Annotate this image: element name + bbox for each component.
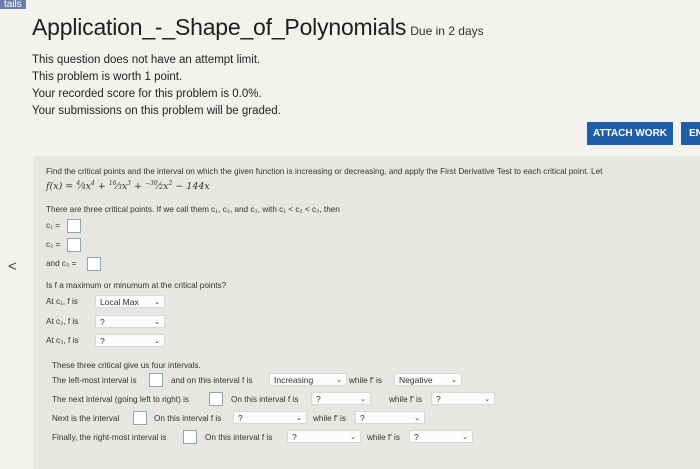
equation-lhs: f(x) = <box>46 181 74 193</box>
c1-input[interactable] <box>67 219 81 233</box>
chevron-down-icon: ⌄ <box>154 319 160 326</box>
c2-label: c₂ = <box>46 240 61 249</box>
page-title: Application_-_Shape_of_Polynomials Due in… <box>32 14 484 41</box>
row2-fp-label: while f′ is <box>389 395 422 404</box>
interval2-input[interactable] <box>209 392 223 406</box>
interval4-fprime-select[interactable]: ? ⌄ <box>409 430 473 443</box>
chevron-down-icon: ⌄ <box>360 396 366 403</box>
problem-info: This question does not have an attempt l… <box>32 52 281 120</box>
interval4-input[interactable] <box>183 430 197 444</box>
interval1-f-select[interactable]: Increasing ⌄ <box>269 373 347 386</box>
attach-work-button[interactable]: ATTACH WORK <box>587 122 673 145</box>
c2-input[interactable] <box>67 238 81 252</box>
problem-panel: Find the critical points and the interva… <box>33 156 700 469</box>
max-min-question: Is f a maximum or minumum at the critica… <box>46 281 227 290</box>
title-text: Application_-_Shape_of_Polynomials <box>32 14 407 40</box>
due-badge: Due in 2 days <box>410 24 484 38</box>
leftmost-interval-label: The left-most interval is <box>52 376 137 385</box>
at-c1-label: At c₁, f is <box>46 297 78 306</box>
rightmost-interval-label: Finally, the right-most interval is <box>52 433 167 442</box>
chevron-down-icon: ⌄ <box>154 299 160 306</box>
c1-extremum-select[interactable]: Local Max ⌄ <box>95 295 165 308</box>
interval2-f-select[interactable]: ? ⌄ <box>311 392 371 405</box>
interval3-f-select[interactable]: ? ⌄ <box>233 411 307 424</box>
row4-f-label: On this interval f is <box>205 433 273 442</box>
critical-points-text: There are three critical points. If we c… <box>46 205 340 214</box>
info-worth: This problem is worth 1 point. <box>32 71 183 83</box>
chevron-down-icon: ⌄ <box>154 338 160 345</box>
info-graded: Your submissions on this problem will be… <box>32 105 281 117</box>
interval2-fprime-select[interactable]: ? ⌄ <box>431 392 495 405</box>
c3-input[interactable] <box>87 257 101 271</box>
chevron-down-icon: ⌄ <box>451 377 457 384</box>
row1-f-label: and on this interval f is <box>171 376 253 385</box>
c2-extremum-select[interactable]: ? ⌄ <box>95 315 165 328</box>
info-score: Your recorded score for this problem is … <box>32 88 262 100</box>
interval1-input[interactable] <box>149 373 163 387</box>
chevron-down-icon: ⌄ <box>462 434 468 441</box>
next-button[interactable]: EN <box>681 122 700 145</box>
row1-fp-label: while f′ is <box>349 376 382 385</box>
at-c2-label: At c₂, f is <box>46 317 79 326</box>
interval3-fprime-select[interactable]: ? ⌄ <box>355 411 425 424</box>
c3-label: and c₃ = <box>46 259 77 268</box>
chevron-down-icon: ⌄ <box>414 415 420 422</box>
interval4-f-select[interactable]: ? ⌄ <box>287 430 361 443</box>
chevron-down-icon: ⌄ <box>296 415 302 422</box>
interval1-fprime-select[interactable]: Negative ⌄ <box>394 373 462 386</box>
next-interval-label: The next interval (going left to right) … <box>52 395 189 404</box>
c1-label: c₁ = <box>46 221 60 230</box>
equation-rest: − 144x <box>175 181 210 193</box>
interval3-input[interactable] <box>133 411 147 425</box>
chevron-down-icon: ⌄ <box>484 396 490 403</box>
chevron-down-icon: ⌄ <box>350 434 356 441</box>
row4-fp-label: while f′ is <box>367 433 400 442</box>
back-arrow-icon[interactable]: < <box>8 258 17 275</box>
row2-f-label: On this interval f is <box>231 395 299 404</box>
crop-label: tails <box>0 0 26 10</box>
info-attempt-limit: This question does not have an attempt l… <box>32 54 261 66</box>
intervals-intro: These three critical give us four interv… <box>52 361 201 370</box>
chevron-down-icon: ⌄ <box>336 377 342 384</box>
function-equation: f(x) = 4⁄4x4 + 16⁄3x3 + −30⁄2x2 − 144x <box>46 180 210 193</box>
row3-fp-label: while f′ is <box>313 414 346 423</box>
problem-prompt: Find the critical points and the interva… <box>46 167 603 176</box>
c3-extremum-select[interactable]: ? ⌄ <box>95 334 165 347</box>
at-c3-label: At c₃, f is <box>46 336 79 345</box>
third-interval-label: Next is the interval <box>52 414 120 423</box>
row3-f-label: On this interval f is <box>154 414 222 423</box>
